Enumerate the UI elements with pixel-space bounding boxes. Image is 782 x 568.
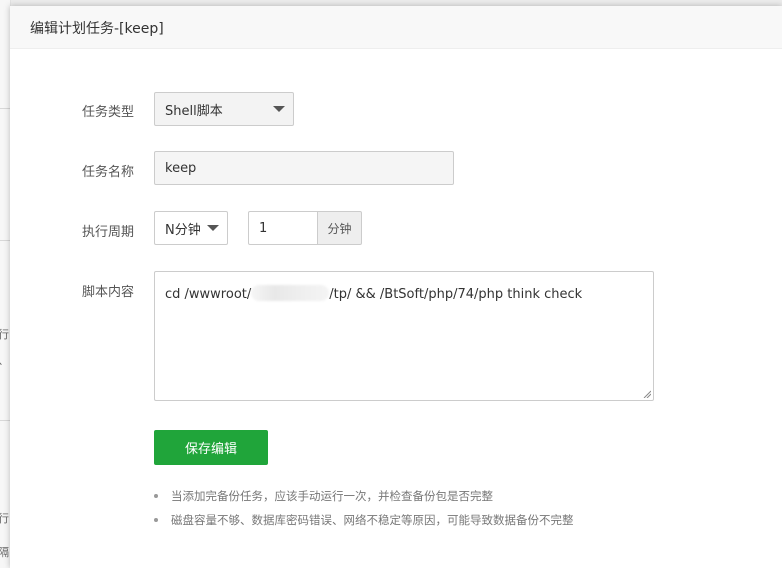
- script-text-suffix: /tp/ && /BtSoft/php/74/php think check: [329, 287, 583, 302]
- background-text-fragment: 行: [0, 512, 9, 525]
- period-type-value: N分钟: [165, 222, 201, 238]
- period-label: 执行周期: [81, 225, 134, 240]
- background-divider: [0, 420, 10, 421]
- minutes-input[interactable]: 1: [248, 211, 318, 245]
- task-name-input[interactable]: keep: [154, 151, 454, 185]
- chevron-down-icon: [207, 225, 219, 231]
- script-text-prefix: cd /wwwroot/: [165, 287, 252, 302]
- background-text-fragment: 隔: [0, 546, 9, 559]
- resize-grip-icon[interactable]: [643, 390, 651, 398]
- background-text-fragment: 行: [0, 328, 9, 341]
- minutes-unit-label: 分钟: [327, 221, 352, 236]
- redacted-path-blur: [251, 285, 330, 301]
- period-type-select[interactable]: N分钟: [154, 211, 228, 245]
- save-edit-button[interactable]: 保存编辑: [154, 430, 268, 465]
- task-type-select[interactable]: Shell脚本: [154, 92, 294, 126]
- task-type-value: Shell脚本: [165, 103, 223, 119]
- script-textarea[interactable]: cd /wwwroot/ /tp/ && /BtSoft/php/74/php t…: [154, 271, 654, 401]
- tips-list: 当添加完备份任务，应该手动运行一次，并检查备份包是否完整 磁盘容量不够、数据库密…: [154, 484, 574, 532]
- chevron-down-icon: [273, 106, 285, 112]
- tip-item: 当添加完备份任务，应该手动运行一次，并检查备份包是否完整: [154, 484, 574, 508]
- task-name-label: 任务名称: [81, 165, 134, 180]
- minutes-unit-addon: 分钟: [317, 211, 362, 245]
- dialog-title: 编辑计划任务-[keep]: [30, 21, 164, 37]
- edit-task-dialog: 编辑计划任务-[keep] 任务类型 Shell脚本 任务名称 keep 执行周…: [10, 6, 782, 568]
- background-text-fragment: 、: [0, 352, 9, 368]
- dialog-header: 编辑计划任务-[keep]: [10, 6, 782, 49]
- background-divider: [0, 240, 10, 241]
- script-label: 脚本内容: [81, 285, 134, 300]
- minutes-value: 1: [259, 220, 268, 236]
- tip-item: 磁盘容量不够、数据库密码错误、网络不稳定等原因，可能导致数据备份不完整: [154, 508, 574, 532]
- task-type-label: 任务类型: [81, 105, 134, 120]
- background-divider: [0, 108, 10, 109]
- task-name-value: keep: [165, 160, 197, 176]
